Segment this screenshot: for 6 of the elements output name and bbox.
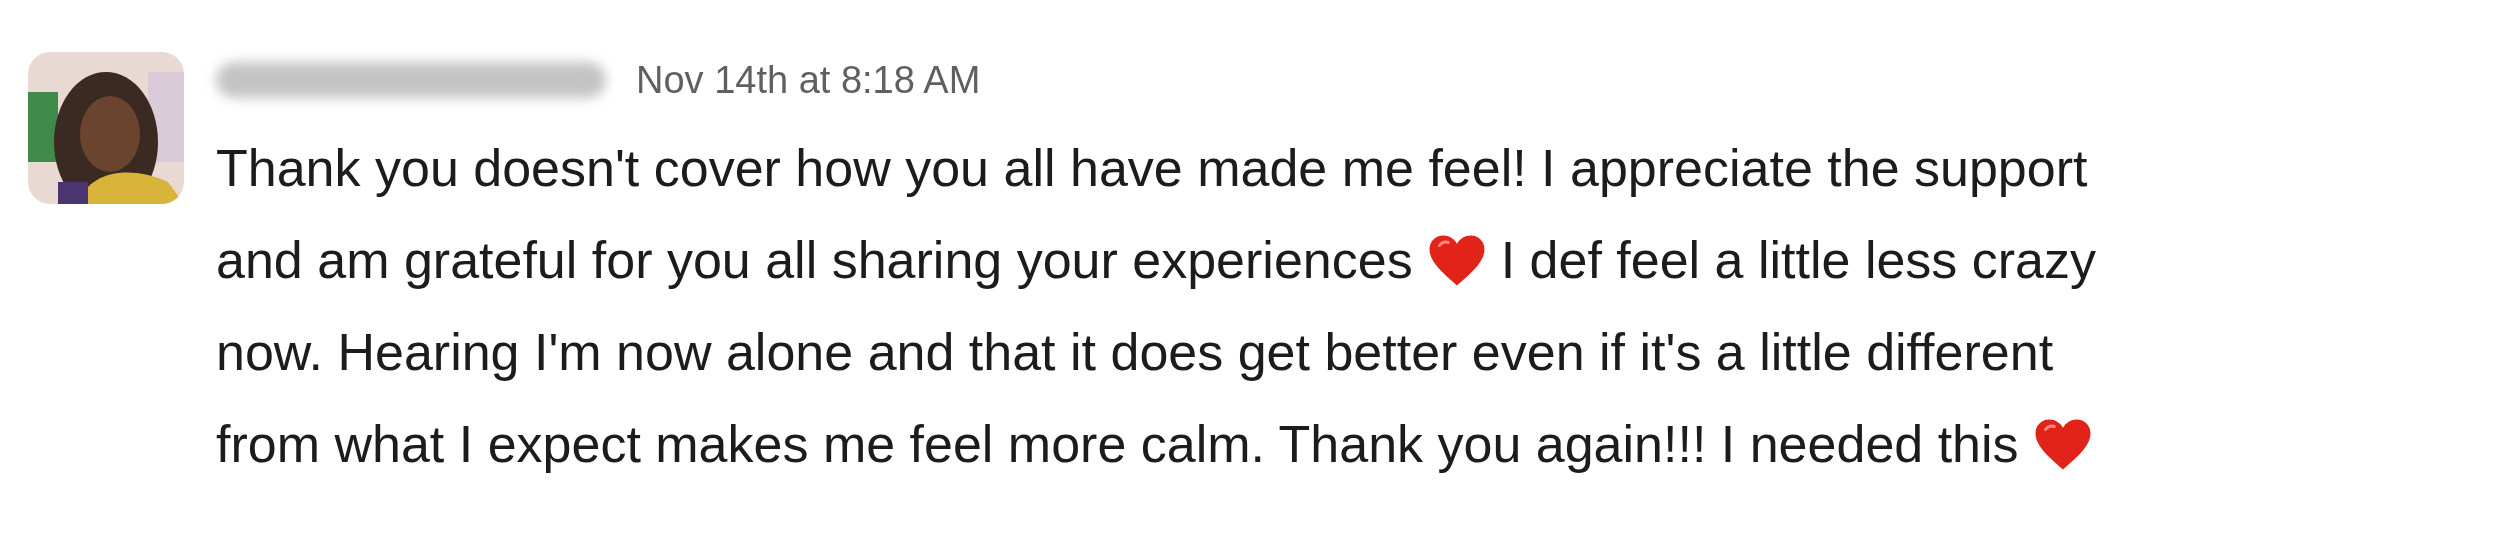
timestamp: Nov 14th at 8:18 AM [636, 57, 981, 103]
message-text: I def feel a little less crazy [1500, 230, 2097, 291]
message-text: and am grateful for you all sharing your experiences [216, 230, 1413, 291]
message-text: now. Hearing I'm now alone and that it does get better even if it's a little different [216, 322, 2054, 383]
message-text: Thank you doesn't cover how you all have made me feel! I appreciate the support [216, 138, 2088, 199]
message-text: from what I expect makes me feel more calm. Thank you again!!! I needed this [216, 414, 2019, 475]
